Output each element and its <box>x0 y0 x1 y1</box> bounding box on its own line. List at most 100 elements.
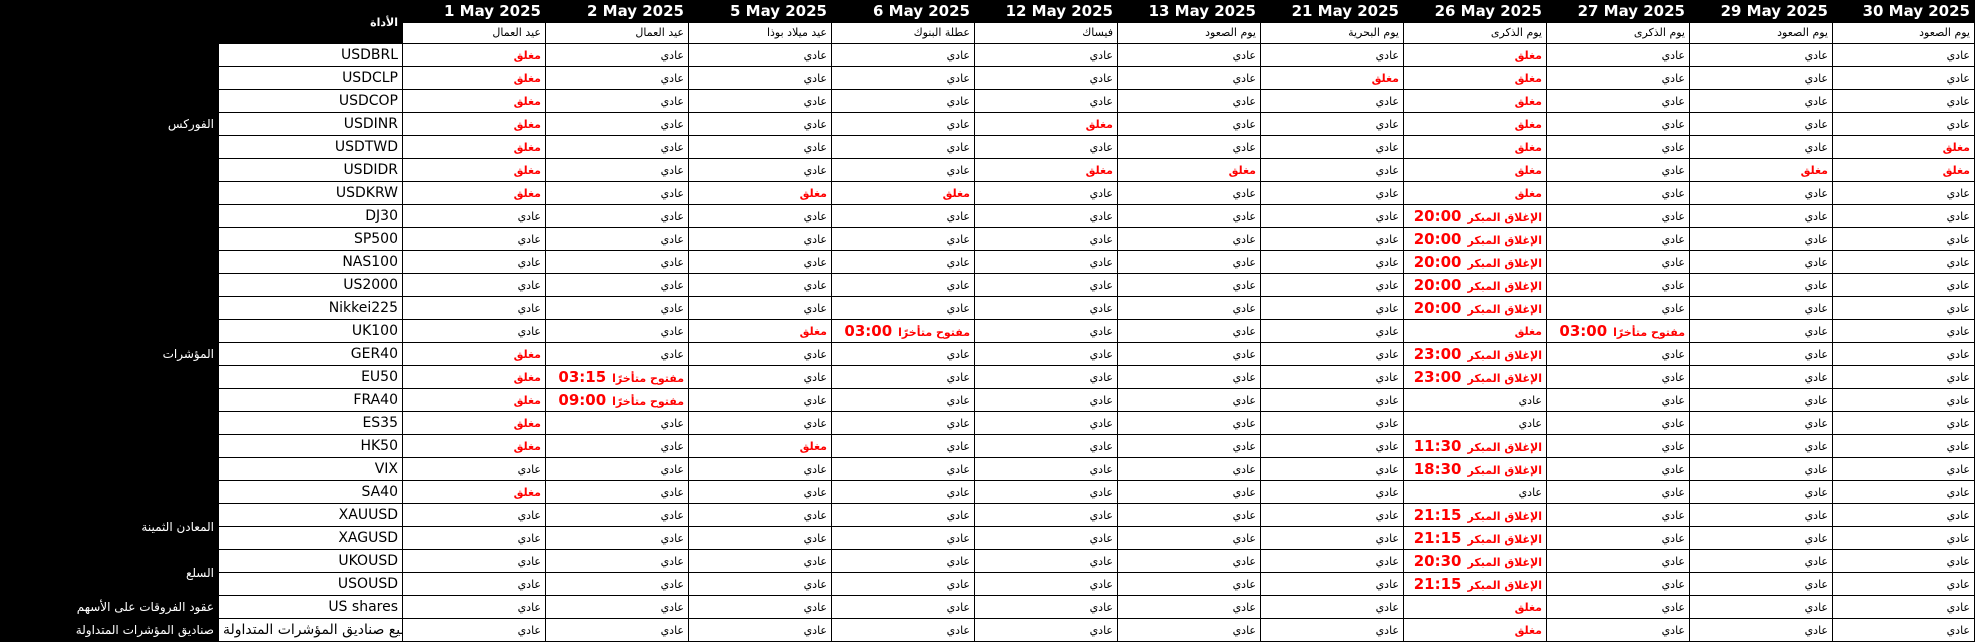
normal-cell: عادي <box>545 434 689 458</box>
normal-cell: عادي <box>1546 595 1690 619</box>
special-hours-cell: 03:00 مفتوح متأخرًا <box>831 319 975 343</box>
normal-cell: عادي <box>545 43 689 67</box>
normal-cell: عادي <box>1689 457 1833 481</box>
normal-cell: عادي <box>1260 135 1404 159</box>
closed-cell: مغلق <box>402 158 546 182</box>
normal-cell: عادي <box>1117 526 1261 550</box>
normal-cell: عادي <box>1260 434 1404 458</box>
normal-cell: عادي <box>1832 365 1975 389</box>
normal-cell: عادي <box>974 618 1118 642</box>
normal-cell: عادي <box>1832 66 1975 90</box>
instrument-cell: USDINR <box>218 112 403 136</box>
normal-cell: عادي <box>1832 572 1975 596</box>
normal-cell: عادي <box>1117 457 1261 481</box>
closed-cell: مغلق <box>1117 158 1261 182</box>
normal-cell: عادي <box>1832 618 1975 642</box>
closed-cell: مغلق <box>402 434 546 458</box>
normal-cell: عادي <box>545 411 689 435</box>
normal-cell: عادي <box>1260 388 1404 412</box>
special-hours-cell: 20:00 الإغلاق المبكر <box>1403 273 1547 297</box>
special-label: الإغلاق المبكر <box>1467 441 1543 454</box>
special-label: مفتوح متأخرًا <box>898 326 970 339</box>
normal-cell: عادي <box>1260 273 1404 297</box>
normal-cell: عادي <box>688 158 832 182</box>
normal-cell: عادي <box>974 411 1118 435</box>
normal-cell: عادي <box>831 503 975 527</box>
table-row: XAGUSD عادي عادي عادي عادي عادي عادي عادي 21:15 ا… <box>1 526 1975 550</box>
normal-cell: عادي <box>1260 549 1404 573</box>
special-hours-cell: 09:00 مفتوح متأخرًا <box>545 388 689 412</box>
normal-cell: عادي <box>974 595 1118 619</box>
normal-cell: عادي <box>1117 595 1261 619</box>
normal-cell: عادي <box>1260 89 1404 113</box>
normal-cell: عادي <box>1546 365 1690 389</box>
normal-cell: عادي <box>831 66 975 90</box>
closed-cell: مغلق <box>1403 181 1547 205</box>
closed-cell: مغلق <box>1403 66 1547 90</box>
normal-cell: عادي <box>688 204 832 228</box>
normal-cell: عادي <box>1260 526 1404 550</box>
normal-cell: عادي <box>1260 250 1404 274</box>
normal-cell: عادي <box>831 112 975 136</box>
special-time: 20:00 <box>1413 230 1462 248</box>
date-header: 6 May 2025 <box>831 0 975 23</box>
closed-cell: مغلق <box>402 365 546 389</box>
normal-cell: عادي <box>1260 43 1404 67</box>
instrument-cell: EU50 <box>218 365 403 389</box>
normal-cell: عادي <box>1117 135 1261 159</box>
normal-cell: عادي <box>974 204 1118 228</box>
normal-cell: عادي <box>1689 503 1833 527</box>
special-label: الإغلاق المبكر <box>1467 556 1543 569</box>
normal-cell: عادي <box>1832 595 1975 619</box>
special-hours-cell: 20:30 الإغلاق المبكر <box>1403 549 1547 573</box>
holiday-header: عيد العمال <box>402 21 546 44</box>
instrument-cell: UK100 <box>218 319 403 343</box>
closed-cell: مغلق <box>1832 135 1975 159</box>
table-row: عقود الفروقات على الأسهم US shares عادي عاد… <box>0 595 1975 619</box>
normal-cell: عادي <box>688 572 832 596</box>
special-hours-cell: 11:30 الإغلاق المبكر <box>1403 434 1547 458</box>
normal-cell: عادي <box>1117 273 1261 297</box>
normal-cell: عادي <box>1832 411 1975 435</box>
table-row: Nikkei225 عادي عادي عادي عادي عادي عادي عادي 20:… <box>1 296 1975 320</box>
closed-cell: مغلق <box>1403 319 1547 343</box>
normal-cell: عادي <box>1832 273 1975 297</box>
instrument-cell: جميع صناديق المؤشرات المتداولة <box>218 618 403 642</box>
normal-cell: عادي <box>1832 112 1975 136</box>
normal-cell: عادي <box>1546 250 1690 274</box>
normal-cell: عادي <box>545 319 689 343</box>
normal-cell: عادي <box>545 204 689 228</box>
normal-cell: عادي <box>1689 43 1833 67</box>
closed-cell: مغلق <box>402 480 546 504</box>
normal-cell: عادي <box>402 572 546 596</box>
normal-cell: عادي <box>1546 480 1690 504</box>
normal-cell: عادي <box>831 43 975 67</box>
normal-cell: عادي <box>545 112 689 136</box>
closed-cell: مغلق <box>1832 158 1975 182</box>
special-label: الإغلاق المبكر <box>1467 464 1543 477</box>
special-time: 23:00 <box>1413 368 1462 386</box>
normal-cell: عادي <box>974 135 1118 159</box>
special-label: الإغلاق المبكر <box>1467 280 1543 293</box>
instrument-cell: VIX <box>218 457 403 481</box>
normal-cell: عادي <box>1546 135 1690 159</box>
normal-cell: عادي <box>1546 296 1690 320</box>
instrument-cell: GER40 <box>218 342 403 366</box>
table-row: USDCLP مغلق عادي عادي عادي عادي عادي مغلق مغلق عا… <box>1 66 1975 90</box>
table-row: المؤشرات DJ30 عادي عادي عادي عادي عادي عادي عادي… <box>0 204 1975 504</box>
normal-cell: عادي <box>1260 342 1404 366</box>
holiday-header: عيد ميلاد بوذا <box>688 21 832 44</box>
normal-cell: عادي <box>1260 204 1404 228</box>
table-row: المعادن الثمينة XAUUSD عادي عادي عادي عادي عاد… <box>0 503 1975 550</box>
category-cell: صناديق المؤشرات المتداولة <box>0 618 219 642</box>
table-header: الأداة 1 May 2025 2 May 2025 5 May 2025 6 M… <box>0 0 1975 44</box>
normal-cell: عادي <box>831 572 975 596</box>
closed-cell: مغلق <box>402 66 546 90</box>
closed-cell: مغلق <box>402 411 546 435</box>
normal-cell: عادي <box>1117 112 1261 136</box>
normal-cell: عادي <box>688 43 832 67</box>
special-hours-cell: 03:15 مفتوح متأخرًا <box>545 365 689 389</box>
normal-cell: عادي <box>1260 227 1404 251</box>
normal-cell: عادي <box>1403 388 1547 412</box>
closed-cell: مغلق <box>1403 89 1547 113</box>
